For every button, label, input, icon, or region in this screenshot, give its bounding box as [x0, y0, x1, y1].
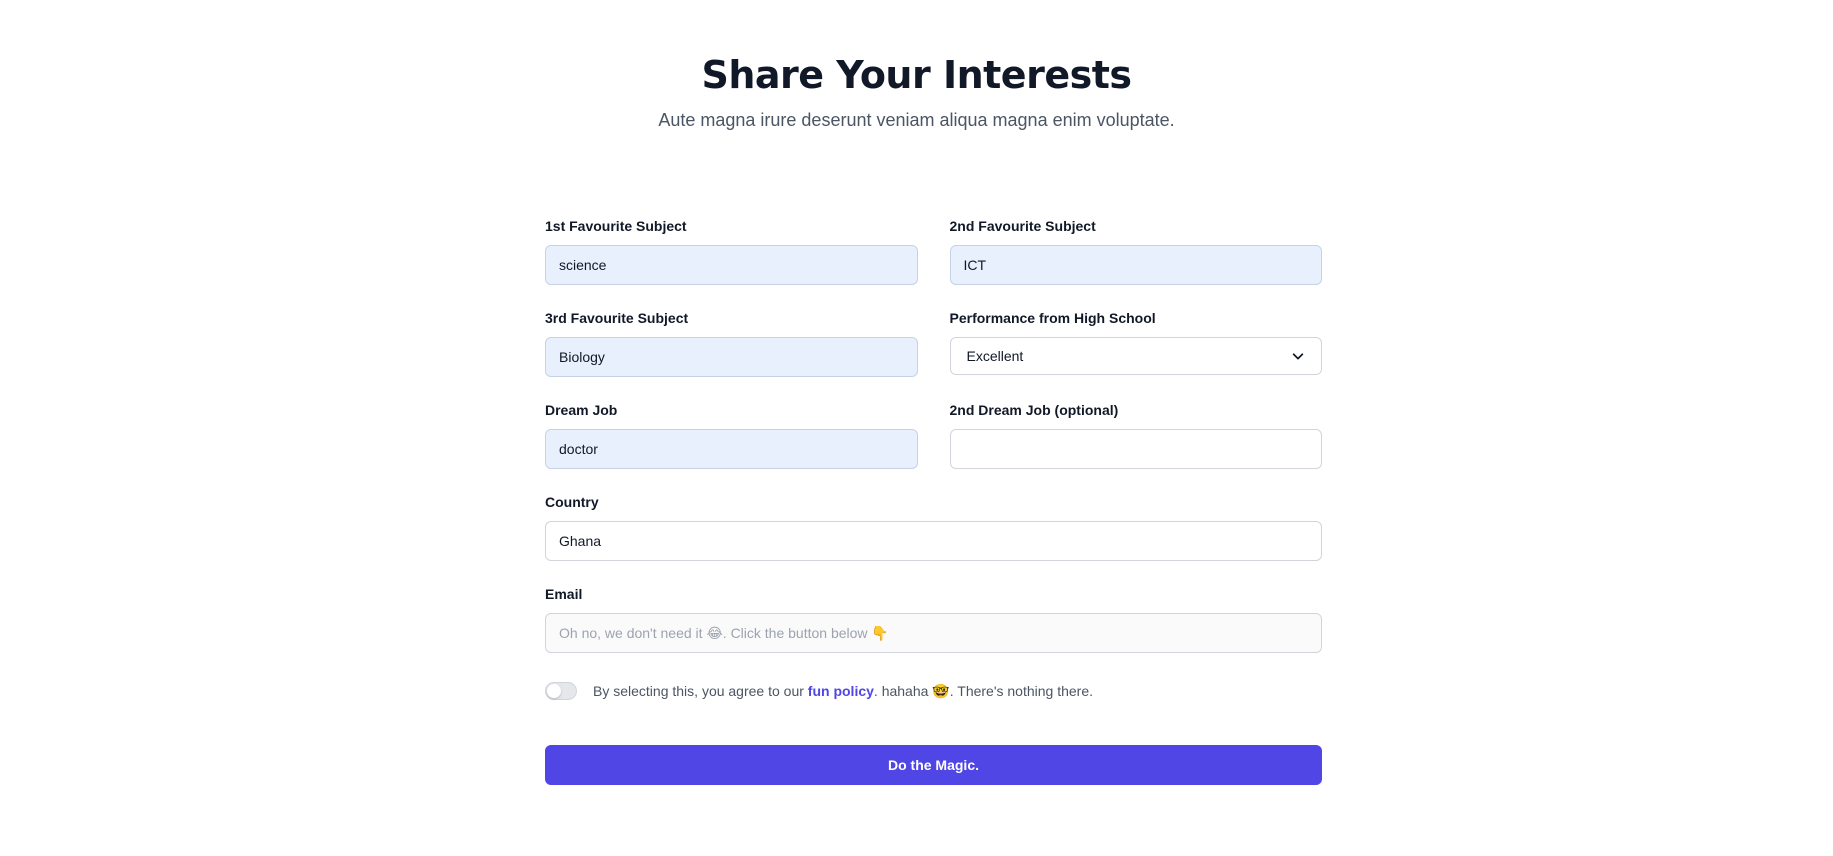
dream-job-field: Dream Job — [545, 401, 918, 469]
form-row: 3rd Favourite Subject Performance from H… — [545, 309, 1322, 377]
performance-selected-value: Excellent — [966, 348, 1024, 364]
dream-job2-input[interactable] — [949, 429, 1322, 469]
form-row: 1st Favourite Subject 2nd Favourite Subj… — [545, 217, 1322, 285]
country-input[interactable] — [545, 521, 1322, 561]
page-title: Share Your Interests — [701, 53, 1132, 97]
country-field: Country — [545, 493, 1322, 561]
page-subtitle: Aute magna irure deserunt veniam aliqua … — [658, 110, 1175, 130]
dream-job-label: Dream Job — [545, 402, 618, 418]
form-row: Dream Job 2nd Dream Job (optional) — [545, 401, 1322, 469]
chevron-down-icon — [1292, 353, 1304, 360]
agreement-row: By selecting this, you agree to our fun … — [545, 681, 1322, 701]
subject3-input[interactable] — [545, 337, 918, 377]
subject1-field: 1st Favourite Subject — [545, 217, 918, 285]
agreement-text-before: By selecting this, you agree to our — [593, 682, 808, 699]
toggle-knob — [547, 684, 561, 698]
subject2-field: 2nd Favourite Subject — [949, 217, 1322, 285]
agreement-toggle[interactable] — [545, 682, 577, 700]
subject3-field: 3rd Favourite Subject — [545, 309, 918, 377]
email-input[interactable] — [545, 613, 1322, 653]
subject1-label: 1st Favourite Subject — [545, 218, 687, 234]
email-field: Email — [545, 585, 1322, 653]
interests-form: 1st Favourite Subject 2nd Favourite Subj… — [545, 217, 1322, 785]
performance-select[interactable]: Excellent — [949, 337, 1322, 375]
submit-button[interactable]: Do the Magic. — [545, 745, 1322, 785]
agreement-text-after: . hahaha 🤓. There's nothing there. — [873, 682, 1094, 699]
subject2-label: 2nd Favourite Subject — [949, 218, 1096, 234]
email-label: Email — [545, 586, 583, 602]
page-header: Share Your Interests Aute magna irure de… — [0, 0, 1833, 134]
form-row: Country — [545, 493, 1322, 561]
subject2-input[interactable] — [949, 245, 1322, 285]
dream-job2-label: 2nd Dream Job (optional) — [949, 402, 1119, 418]
country-label: Country — [545, 494, 599, 510]
form-row: Email — [545, 585, 1322, 653]
performance-select-box[interactable]: Excellent — [949, 337, 1322, 375]
performance-field: Performance from High School Excellent — [949, 309, 1322, 377]
subject1-input[interactable] — [545, 245, 918, 285]
performance-label: Performance from High School — [949, 310, 1156, 326]
agreement-text: By selecting this, you agree to our fun … — [593, 683, 1093, 700]
dream-job2-field: 2nd Dream Job (optional) — [949, 401, 1322, 469]
fun-policy-link[interactable]: fun policy — [808, 683, 874, 699]
dream-job-input[interactable] — [545, 429, 918, 469]
subject3-label: 3rd Favourite Subject — [545, 310, 689, 326]
